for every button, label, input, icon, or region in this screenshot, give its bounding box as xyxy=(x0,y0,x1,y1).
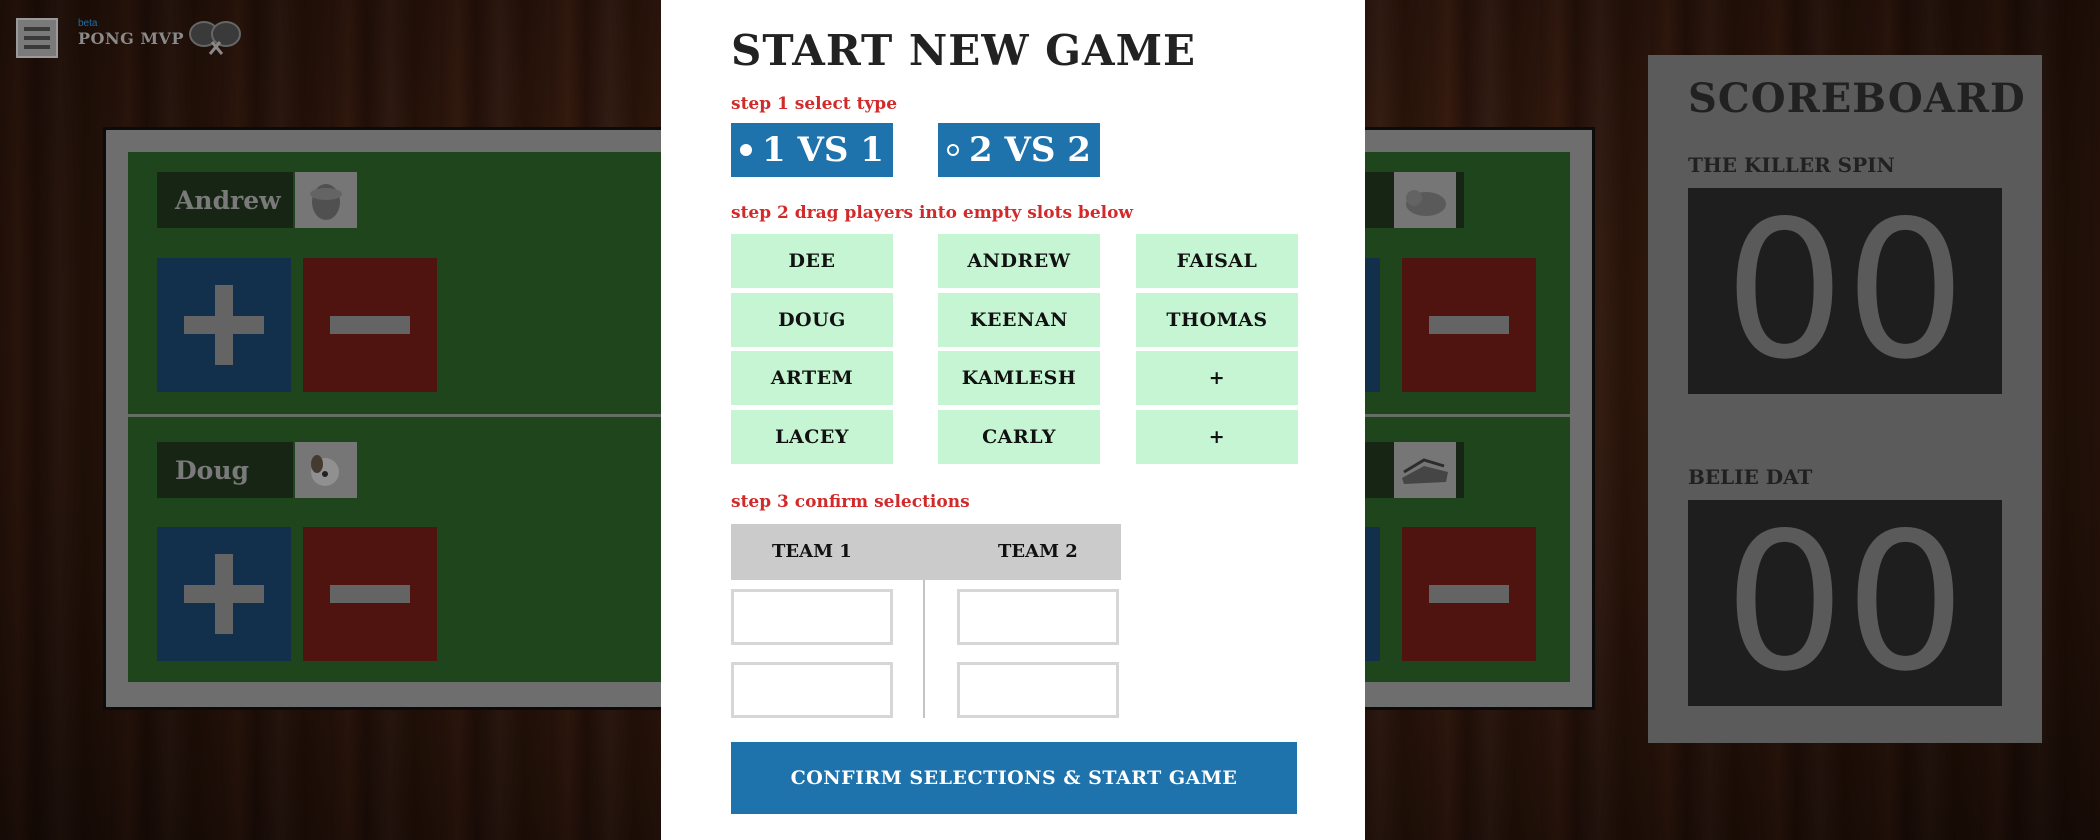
brand-name: PONG MVP xyxy=(78,29,184,48)
player-slot[interactable]: ARTEM xyxy=(731,351,893,405)
step1-label: step 1 select type xyxy=(731,94,898,114)
team2-slot[interactable] xyxy=(957,589,1119,645)
type-2v2-label: 2 VS 2 xyxy=(969,130,1091,170)
team1-label: TEAM 1 xyxy=(772,541,852,562)
paddles-icon xyxy=(189,21,241,55)
type-1v1-button[interactable]: 1 VS 1 xyxy=(731,123,893,177)
start-game-modal: START NEW GAME step 1 select type 1 VS 1… xyxy=(661,0,1365,840)
player-slot[interactable]: THOMAS xyxy=(1136,293,1298,347)
player-slot[interactable]: KEENAN xyxy=(938,293,1100,347)
team1-slot[interactable] xyxy=(731,662,893,718)
add-player-button[interactable]: + xyxy=(1136,410,1298,464)
player-slot[interactable]: LACEY xyxy=(731,410,893,464)
team2-slot[interactable] xyxy=(957,662,1119,718)
type-1v1-label: 1 VS 1 xyxy=(762,130,884,170)
teams-header: TEAM 1 TEAM 2 xyxy=(731,524,1121,580)
type-2v2-button[interactable]: 2 VS 2 xyxy=(938,123,1100,177)
brand-beta-label: beta xyxy=(78,18,98,29)
team1-slot[interactable] xyxy=(731,589,893,645)
player-slot[interactable]: DEE xyxy=(731,234,893,288)
teams-divider xyxy=(923,580,925,718)
player-slot[interactable]: CARLY xyxy=(938,410,1100,464)
player-slot[interactable]: DOUG xyxy=(731,293,893,347)
step2-label: step 2 drag players into empty slots bel… xyxy=(731,203,1134,223)
add-player-button[interactable]: + xyxy=(1136,351,1298,405)
brand: beta PONG MVP xyxy=(78,18,184,48)
player-slot[interactable]: ANDREW xyxy=(938,234,1100,288)
radio-unselected-icon xyxy=(947,144,960,156)
player-slot[interactable]: FAISAL xyxy=(1136,234,1298,288)
confirm-start-button[interactable]: CONFIRM SELECTIONS & START GAME xyxy=(731,742,1297,814)
menu-icon[interactable] xyxy=(16,18,58,58)
team2-label: TEAM 2 xyxy=(998,541,1078,562)
radio-selected-icon xyxy=(740,144,753,156)
modal-title: START NEW GAME xyxy=(731,26,1197,75)
player-slot[interactable]: KAMLESH xyxy=(938,351,1100,405)
step3-label: step 3 confirm selections xyxy=(731,492,970,512)
